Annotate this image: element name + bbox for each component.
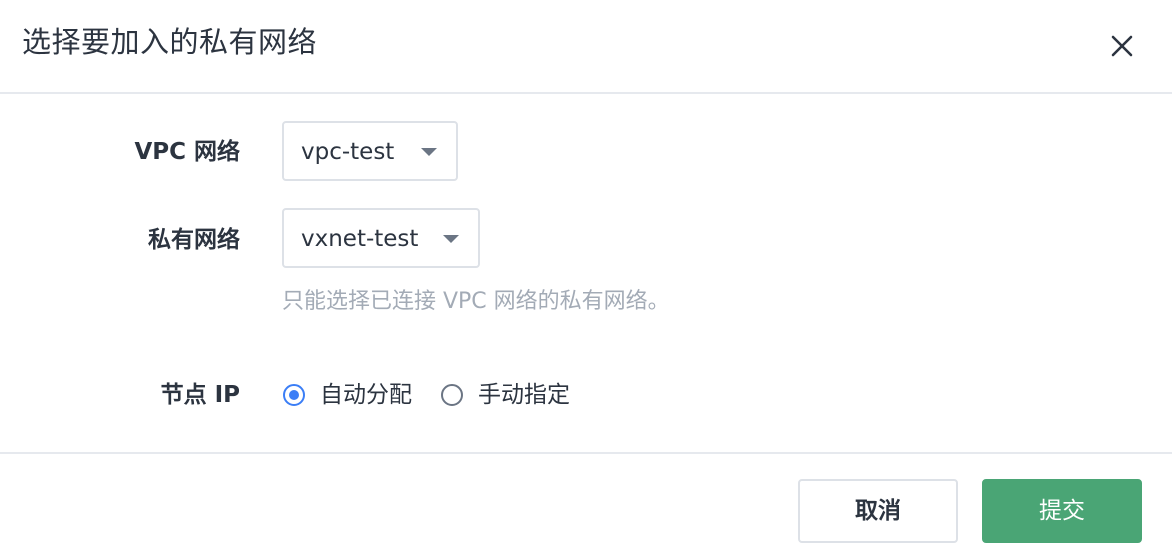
caret-down-icon: [443, 235, 459, 243]
vxnet-hint: 只能选择已连接 VPC 网络的私有网络。: [282, 289, 670, 314]
vxnet-select-value: vxnet-test: [301, 226, 419, 252]
close-icon: [1111, 35, 1133, 57]
radio-auto-assign[interactable]: 自动分配: [283, 379, 412, 411]
dialog-title: 选择要加入的私有网络: [22, 25, 318, 59]
radio-manual-assign-label: 手动指定: [478, 382, 570, 408]
vxnet-select[interactable]: vxnet-test: [282, 208, 480, 268]
radio-circle-checked: [283, 384, 305, 406]
dialog-header: 选择要加入的私有网络: [0, 0, 1172, 94]
vpc-select-value: vpc-test: [301, 139, 395, 165]
vxnet-label: 私有网络: [148, 227, 240, 253]
radio-circle: [441, 384, 463, 406]
node-ip-label: 节点 IP: [160, 382, 240, 408]
radio-manual-assign[interactable]: 手动指定: [441, 379, 570, 411]
vpc-label: VPC 网络: [134, 139, 240, 165]
caret-down-icon: [421, 148, 437, 156]
radio-auto-assign-label: 自动分配: [320, 382, 412, 408]
dialog-footer: 取消 提交: [0, 452, 1172, 554]
dialog-body: VPC 网络 vpc-test 私有网络 vxnet-test 只能选择已连接 …: [0, 94, 1172, 452]
vpc-select[interactable]: vpc-test: [282, 121, 458, 181]
dialog: 选择要加入的私有网络 VPC 网络 vpc-test 私有网络 vxnet-te…: [0, 0, 1172, 554]
submit-button[interactable]: 提交: [982, 479, 1142, 543]
cancel-button[interactable]: 取消: [798, 479, 958, 543]
close-button[interactable]: [1104, 28, 1140, 64]
